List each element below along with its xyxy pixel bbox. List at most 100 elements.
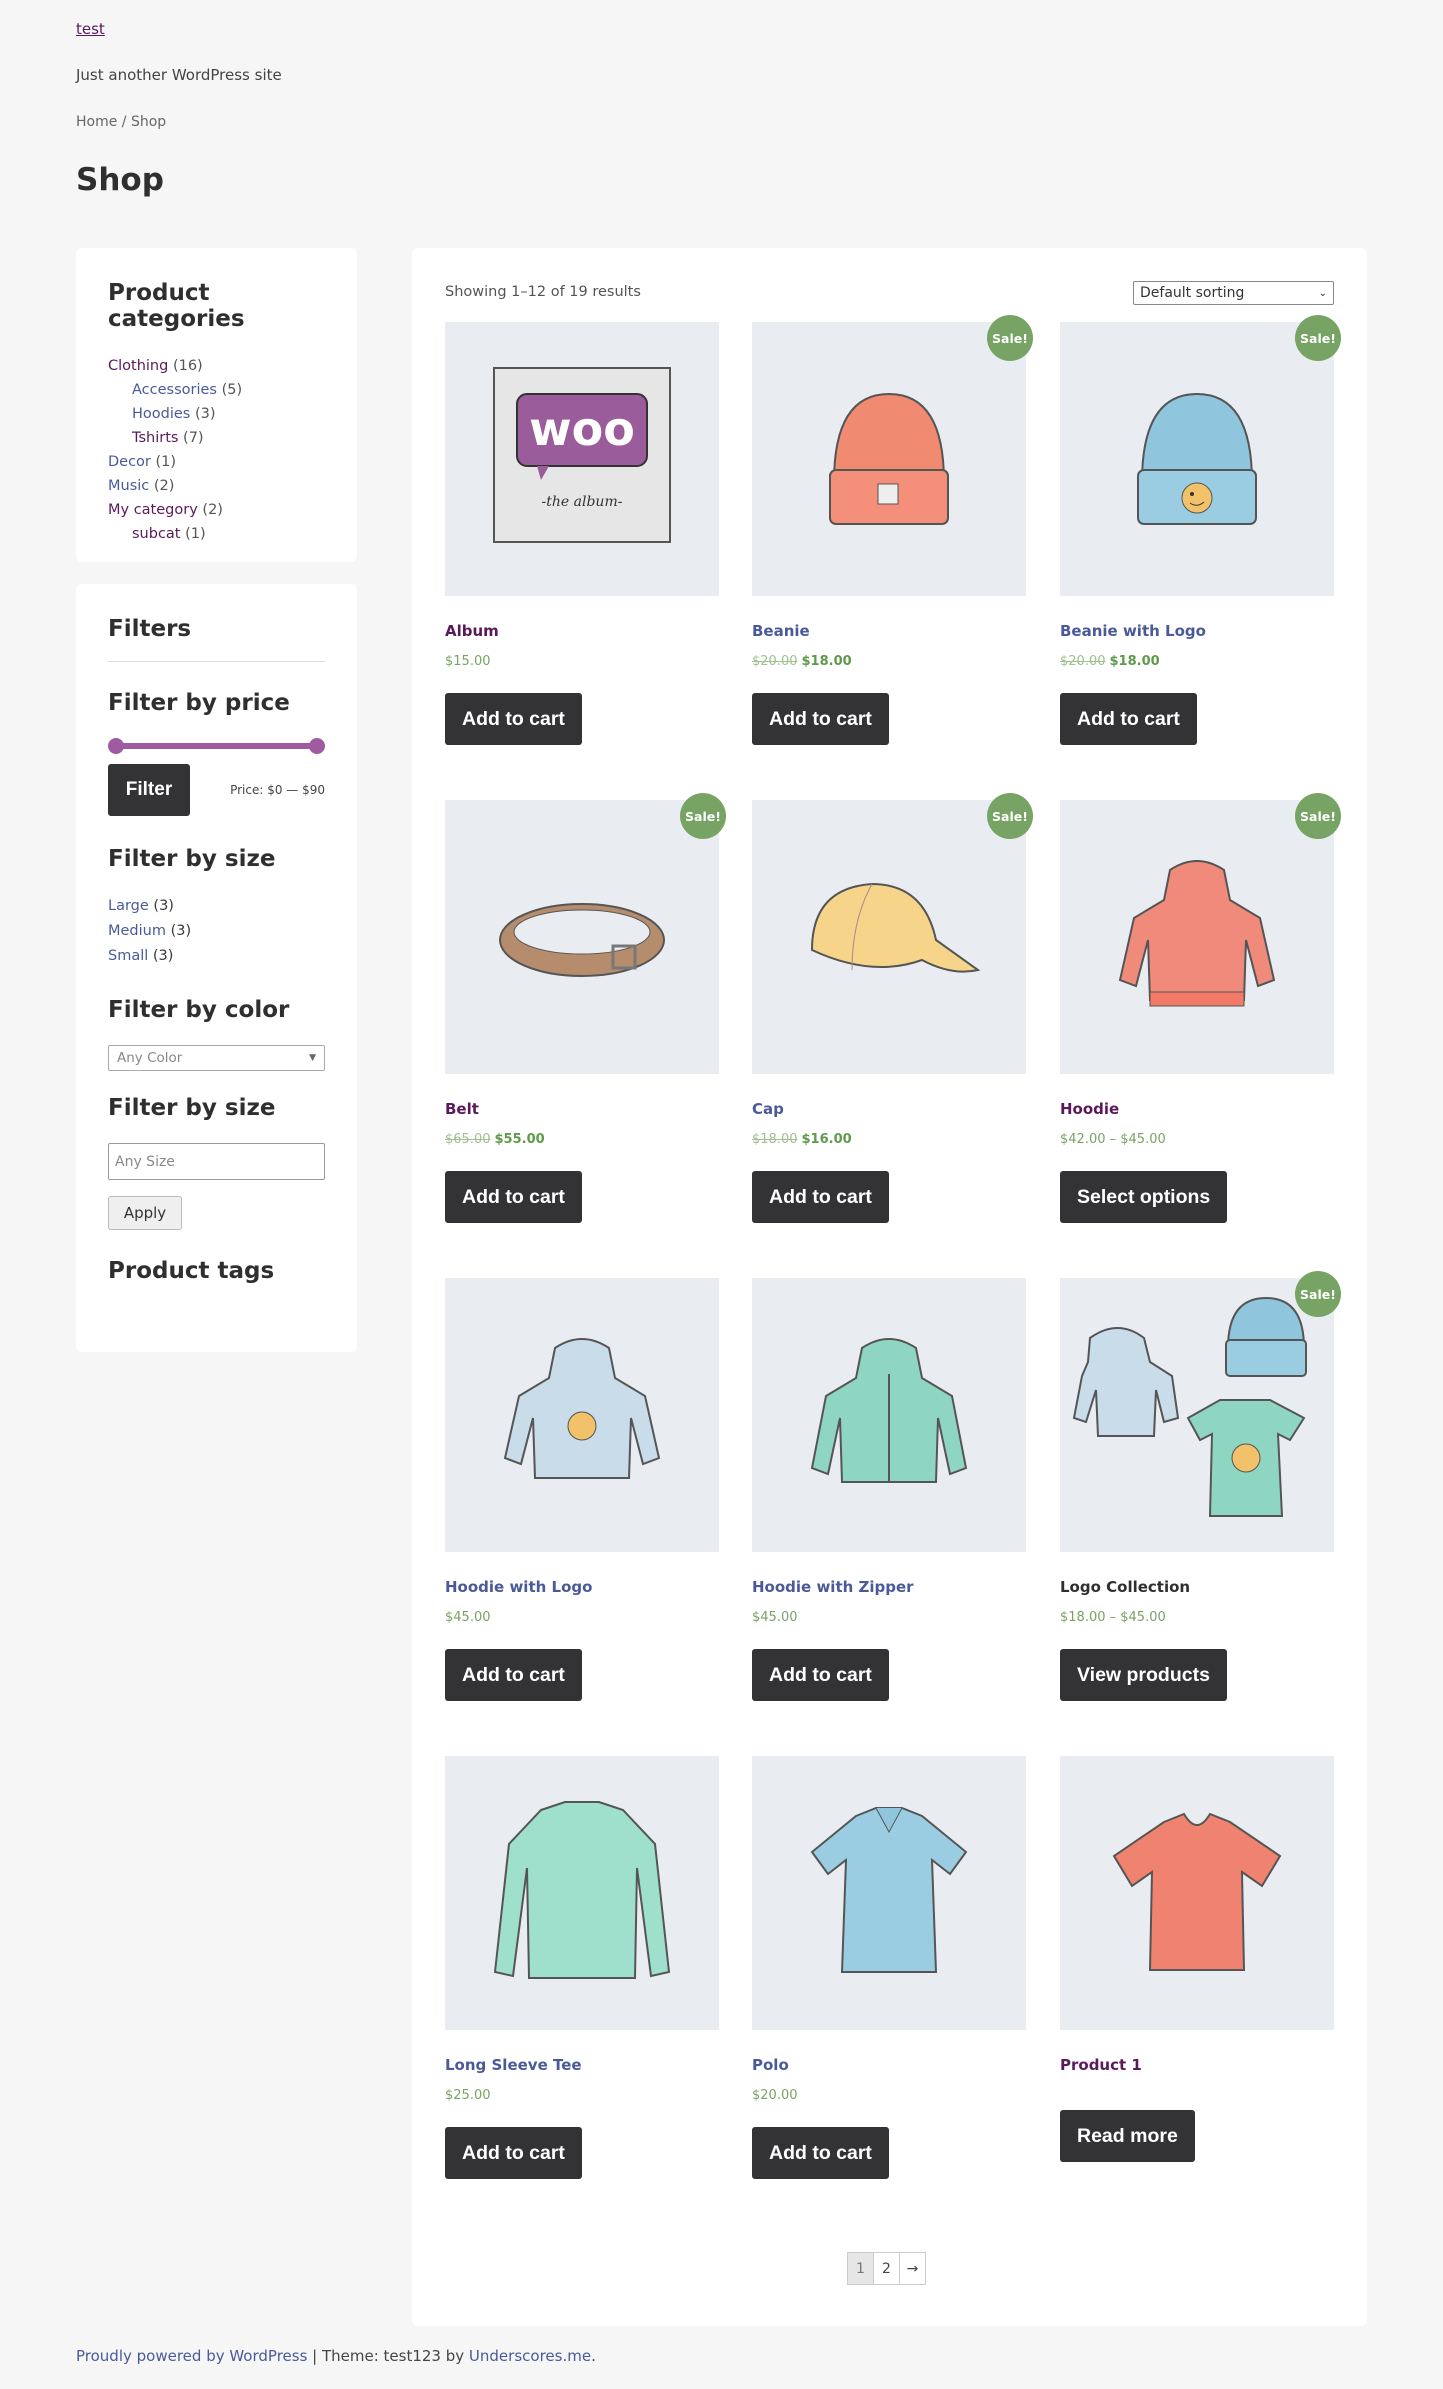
size-link-small[interactable]: Small	[108, 948, 148, 964]
page-2-link[interactable]: 2	[873, 2252, 900, 2285]
filter-by-color-title: Filter by color	[108, 997, 290, 1023]
product-price: $20.00 $18.00	[752, 654, 1026, 669]
category-link-my-category[interactable]: My category	[108, 502, 198, 518]
category-link-hoodies[interactable]: Hoodies	[132, 406, 190, 422]
product-action-button[interactable]: Add to cart	[445, 1171, 582, 1223]
product-title-link[interactable]: Polo	[752, 2056, 1026, 2074]
product-image-link[interactable]: Sale!	[1060, 1271, 1341, 1552]
product-price: $42.00 – $45.00	[1060, 1132, 1334, 1147]
product-title-link[interactable]: Album	[445, 622, 719, 640]
product-title-link[interactable]: Belt	[445, 1100, 719, 1118]
page-title: Shop	[76, 162, 164, 198]
product-title-link[interactable]: Product 1	[1060, 2056, 1334, 2074]
price: $45.00	[752, 1610, 798, 1625]
product-title-link[interactable]: Beanie	[752, 622, 1026, 640]
product-image-link[interactable]	[752, 1756, 1026, 2030]
product-title-link[interactable]: Cap	[752, 1100, 1026, 1118]
product-action-button[interactable]: Add to cart	[752, 1649, 889, 1701]
breadcrumb-separator: /	[117, 114, 131, 130]
svg-text:-the album-: -the album-	[542, 494, 623, 510]
product-action-button[interactable]: Add to cart	[1060, 693, 1197, 745]
category-count: (2)	[153, 478, 175, 494]
product-image-link[interactable]: woo -the album-	[445, 322, 719, 596]
category-link-accessories[interactable]: Accessories	[132, 382, 217, 398]
breadcrumb: Home / Shop	[76, 114, 166, 130]
product-action-button[interactable]: View products	[1060, 1649, 1227, 1701]
product-title-link[interactable]: Hoodie	[1060, 1100, 1334, 1118]
size-link-medium[interactable]: Medium	[108, 923, 166, 939]
belt-icon	[499, 903, 665, 977]
product-action-button[interactable]: Read more	[1060, 2110, 1195, 2162]
category-link-music[interactable]: Music	[108, 478, 149, 494]
filter-by-size-title: Filter by size	[108, 846, 276, 872]
product-action-button[interactable]: Add to cart	[445, 1649, 582, 1701]
product-action-button[interactable]: Add to cart	[752, 1171, 889, 1223]
apply-button[interactable]: Apply	[108, 1196, 182, 1230]
product-action-button[interactable]: Select options	[1060, 1171, 1228, 1223]
sale-badge: Sale!	[1295, 793, 1341, 839]
product-card: Hoodie with Zipper $45.00 Add to cart	[752, 1278, 1026, 1701]
long-sleeve-tee-icon	[493, 1801, 671, 1979]
category-link-tshirts[interactable]: Tshirts	[132, 430, 178, 446]
sorting-select[interactable]: Default sorting ⌄	[1133, 281, 1334, 305]
price: $15.00	[445, 654, 491, 669]
price-slider-range	[112, 743, 321, 749]
filter-by-price-title: Filter by price	[108, 690, 290, 716]
category-link-clothing[interactable]: Clothing	[108, 358, 168, 374]
sale-badge: Sale!	[1295, 315, 1341, 361]
next-page-link[interactable]: →	[899, 2252, 926, 2285]
sorting-value: Default sorting	[1140, 285, 1245, 301]
product-image-link[interactable]: Sale!	[1060, 315, 1341, 596]
size-link-large[interactable]: Large	[108, 898, 149, 914]
pagination: 1 2 →	[847, 2252, 926, 2285]
logo-collection-icon	[1072, 1296, 1307, 1517]
price-slider[interactable]	[108, 738, 325, 754]
polo-icon	[810, 1807, 968, 1973]
product-price: $18.00 – $45.00	[1060, 1610, 1334, 1625]
underscores-link[interactable]: Underscores.me	[469, 2347, 591, 2365]
product-title-link[interactable]: Hoodie with Logo	[445, 1578, 719, 1596]
size-input[interactable]: Any Size	[108, 1143, 325, 1180]
product-image-link[interactable]: Sale!	[445, 793, 726, 1074]
product-action-button[interactable]: Add to cart	[445, 693, 582, 745]
site-tagline: Just another WordPress site	[76, 66, 282, 84]
wordpress-link[interactable]: Proudly powered by WordPress	[76, 2347, 307, 2365]
beanie-logo-icon	[1137, 392, 1257, 525]
price-slider-min-handle[interactable]	[108, 738, 124, 754]
product-price: $25.00	[445, 2088, 719, 2103]
widget-title: Product categories	[108, 280, 245, 332]
product-image-link[interactable]	[752, 1278, 1026, 1552]
product-card: Polo $20.00 Add to cart	[752, 1756, 1026, 2179]
product-image-link[interactable]: Sale!	[752, 793, 1033, 1074]
product-title-link[interactable]: Beanie with Logo	[1060, 622, 1334, 640]
product-title-link[interactable]: Long Sleeve Tee	[445, 2056, 719, 2074]
category-link-subcat[interactable]: subcat	[132, 526, 181, 542]
product-listing: Showing 1–12 of 19 results Default sorti…	[412, 248, 1367, 2326]
list-item: Hoodies (3)	[108, 402, 325, 426]
color-select-value: Any Color	[117, 1050, 183, 1066]
product-price: $65.00 $55.00	[445, 1132, 719, 1147]
product-image-link[interactable]	[1060, 1756, 1334, 2030]
color-select[interactable]: Any Color ▼	[108, 1045, 325, 1071]
product-image-link[interactable]: Sale!	[1060, 793, 1341, 1074]
product-image-link[interactable]: Sale!	[752, 315, 1033, 596]
site-title-link[interactable]: test	[76, 20, 105, 38]
product-title-link[interactable]: Hoodie with Zipper	[752, 1578, 1026, 1596]
product-image-link[interactable]	[445, 1756, 719, 2030]
product-price: $20.00	[752, 2088, 1026, 2103]
size-count: (3)	[152, 948, 174, 964]
product-action-button[interactable]: Add to cart	[752, 693, 889, 745]
filter-button[interactable]: Filter	[108, 764, 190, 816]
sale-price: $18.00	[1109, 654, 1160, 669]
product-tags-title: Product tags	[108, 1258, 275, 1284]
old-price: $65.00	[445, 1132, 491, 1147]
price-slider-max-handle[interactable]	[309, 738, 325, 754]
product-image-link[interactable]	[445, 1278, 719, 1552]
category-link-decor[interactable]: Decor	[108, 454, 151, 470]
product-title-link[interactable]: Logo Collection	[1060, 1578, 1334, 1596]
product-card: Sale! Beanie with Logo $20.00 $18.00 Add …	[1060, 315, 1341, 745]
product-action-button[interactable]: Add to cart	[445, 2127, 582, 2179]
product-card: woo -the album- Album $15.00 Add to cart	[445, 322, 719, 745]
product-action-button[interactable]: Add to cart	[752, 2127, 889, 2179]
breadcrumb-home-link[interactable]: Home	[76, 114, 117, 130]
